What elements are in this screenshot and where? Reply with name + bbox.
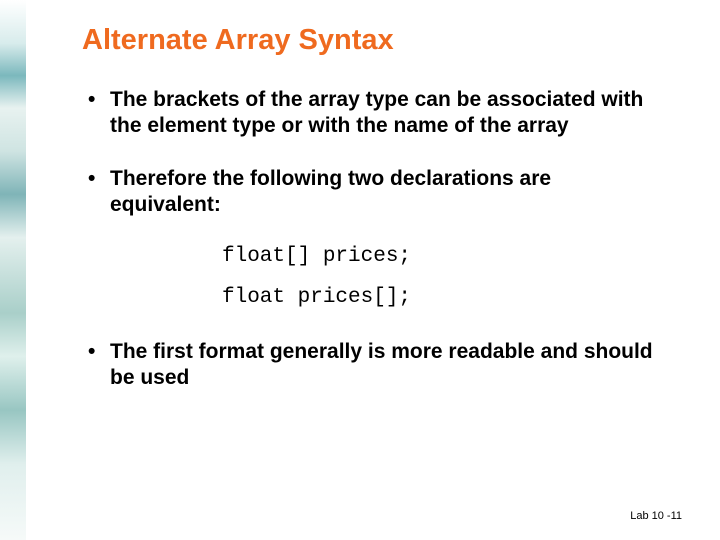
code-line-2: float prices[]; <box>222 286 660 309</box>
bullet-item-3: The first format generally is more reada… <box>82 339 660 390</box>
bullet-list: The brackets of the array type can be as… <box>82 87 660 217</box>
slide-title: Alternate Array Syntax <box>82 24 660 57</box>
footer-label: Lab 10 -11 <box>630 510 682 522</box>
code-block: float[] prices; float prices[]; <box>222 245 660 309</box>
bullet-item-2: Therefore the following two declarations… <box>82 166 660 217</box>
code-line-1: float[] prices; <box>222 245 660 268</box>
bullet-item-1: The brackets of the array type can be as… <box>82 87 660 138</box>
bullet-list-2: The first format generally is more reada… <box>82 339 660 390</box>
slide-content: Alternate Array Syntax The brackets of t… <box>0 0 720 540</box>
